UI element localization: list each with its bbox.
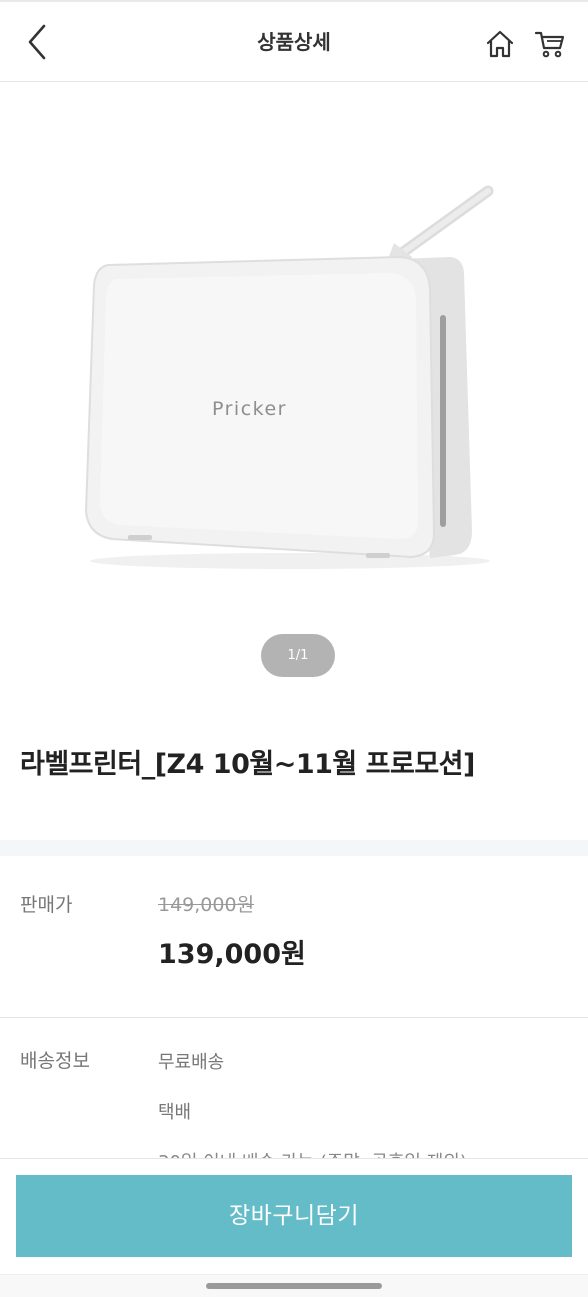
divider [0, 1017, 588, 1018]
product-title: 라벨프린터_[Z4 10월~11월 프로모션] [20, 749, 475, 780]
brand-logo-text: Pricker [212, 398, 287, 420]
cart-icon [534, 31, 565, 58]
bottom-action-bar: 장바구니담기 [0, 1158, 588, 1297]
cart-button[interactable] [534, 28, 566, 60]
shipping-label: 배송정보 [20, 1050, 90, 1072]
price-label: 판매가 [20, 894, 73, 916]
add-to-cart-button[interactable]: 장바구니담기 [16, 1175, 572, 1257]
app-header: 상품상세 [0, 0, 588, 82]
section-divider [0, 840, 588, 856]
product-image[interactable]: Pricker [0, 83, 588, 703]
image-page-indicator: 1/1 [261, 634, 335, 677]
shipping-method: 택배 [158, 1102, 192, 1123]
system-home-strip [0, 1274, 588, 1297]
home-icon [486, 30, 514, 58]
home-button[interactable] [484, 28, 516, 60]
label-printer-image: Pricker [84, 185, 494, 569]
home-indicator[interactable] [206, 1283, 382, 1289]
shipping-note: 30일 이내 배송 가능 (주말, 공휴일 제외) [158, 1148, 467, 1158]
original-price: 149,000원 [158, 894, 255, 916]
sale-price: 139,000원 [158, 939, 306, 970]
shipping-note-container: 30일 이내 배송 가능 (주말, 공휴일 제외) [158, 1140, 578, 1158]
shipping-fee: 무료배송 [158, 1052, 225, 1073]
